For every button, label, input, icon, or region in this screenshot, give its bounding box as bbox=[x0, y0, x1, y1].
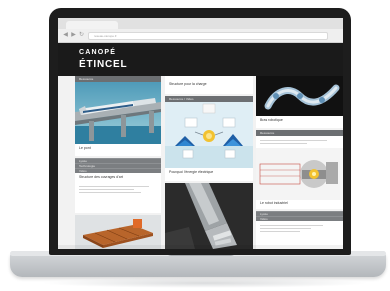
address-bar[interactable]: reseau-canope.fr bbox=[88, 32, 328, 40]
reload-icon[interactable]: ↻ bbox=[78, 31, 85, 39]
laptop-screen: ◀ ▶ ↻ reseau-canope.fr CANOPÉ ÉTINCEL Re… bbox=[58, 18, 343, 249]
card-crane[interactable]: Structure pour la charge bbox=[165, 76, 253, 94]
card-wood-model[interactable] bbox=[75, 215, 161, 249]
card-caption: Bras robotique bbox=[260, 118, 283, 122]
card-caption: Le pont bbox=[79, 146, 91, 150]
card-caption: Le robot industriel bbox=[260, 201, 288, 205]
robot-hand-image bbox=[165, 183, 253, 249]
content-grid: Ressource Le pont Lycée Technologie Vidé… bbox=[58, 76, 343, 249]
card-robot-hand[interactable] bbox=[165, 183, 253, 249]
card-train[interactable]: Ressource Le pont bbox=[75, 76, 161, 156]
energy-diagram-image bbox=[165, 102, 253, 168]
card-title: Structure des ouvrages d'art bbox=[79, 175, 123, 179]
laptop-shadow bbox=[40, 278, 370, 288]
card-structure-list[interactable]: Lycée Technologie Vidéo Structure des ou… bbox=[75, 158, 161, 213]
forward-arrow-icon[interactable]: ▶ bbox=[70, 31, 77, 39]
train-bridge-image bbox=[75, 82, 161, 144]
card-robot-arm[interactable]: Bras robotique bbox=[256, 76, 343, 128]
browser-toolbar: ◀ ▶ ↻ reseau-canope.fr bbox=[58, 29, 343, 43]
card-description bbox=[256, 221, 343, 236]
card-caption: Structure pour la charge bbox=[169, 82, 207, 86]
card-description bbox=[75, 182, 161, 197]
card-energy[interactable]: Ressource / Vidéo Pourquoi l'énergie éle… bbox=[165, 96, 253, 181]
scroll-fade bbox=[58, 245, 343, 249]
machine-schematic-image bbox=[256, 148, 343, 200]
brand-logo[interactable]: CANOPÉ bbox=[79, 49, 116, 57]
browser-tab[interactable] bbox=[66, 21, 118, 29]
robot-arm-image bbox=[256, 76, 343, 116]
site-title[interactable]: ÉTINCEL bbox=[79, 59, 127, 71]
wood-model-image bbox=[75, 215, 161, 249]
card-robot-info[interactable]: Lycée Vidéo bbox=[256, 211, 343, 249]
laptop-base bbox=[10, 253, 386, 277]
browser-tab-strip bbox=[58, 18, 343, 29]
card-caption: Pourquoi l'énergie électrique bbox=[169, 170, 214, 174]
site-header: CANOPÉ ÉTINCEL bbox=[58, 43, 343, 76]
back-arrow-icon[interactable]: ◀ bbox=[62, 31, 69, 39]
card-machine[interactable]: Ressource Le robot industriel bbox=[256, 130, 343, 209]
laptop-scene: ◀ ▶ ↻ reseau-canope.fr CANOPÉ ÉTINCEL Re… bbox=[0, 0, 390, 291]
card-description bbox=[256, 136, 343, 148]
